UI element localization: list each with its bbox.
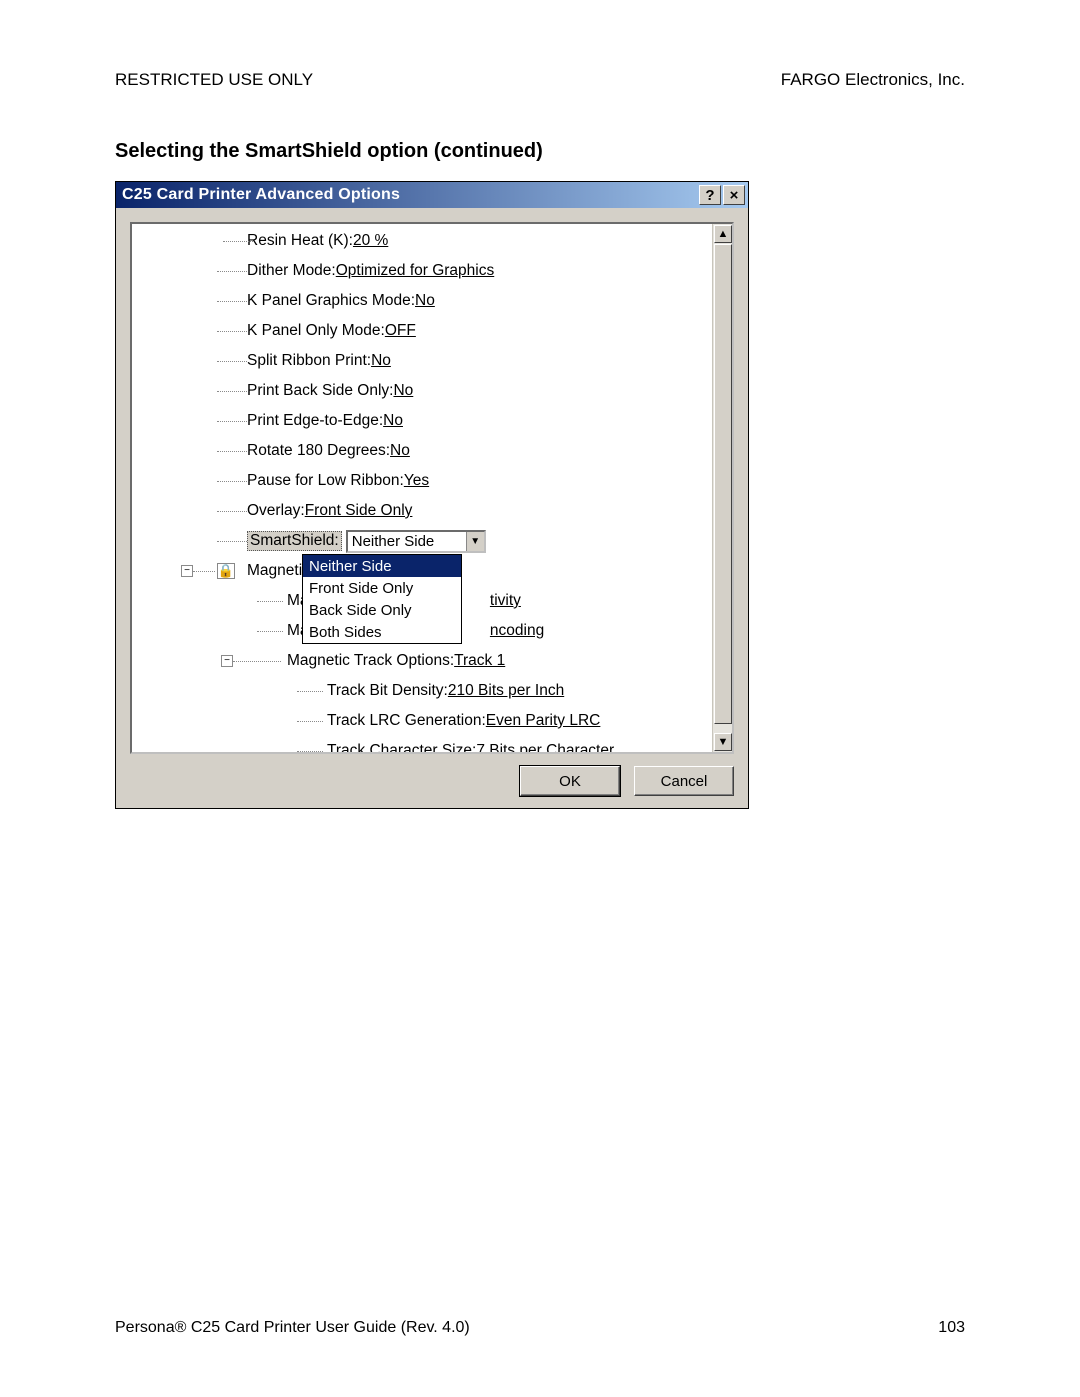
- dropdown-option[interactable]: Neither Side: [303, 555, 461, 577]
- tree-row[interactable]: Split Ribbon Print: No: [187, 346, 712, 376]
- tree-expander-icon[interactable]: −: [181, 565, 193, 577]
- option-value: No: [371, 352, 391, 370]
- dropdown-option[interactable]: Front Side Only: [303, 577, 461, 599]
- header-left: RESTRICTED USE ONLY: [115, 70, 313, 90]
- dropdown-option[interactable]: Back Side Only: [303, 599, 461, 621]
- option-value: Yes: [404, 472, 429, 490]
- option-label: Magnetic Track Options:: [287, 652, 454, 670]
- tree-row[interactable]: Overlay: Front Side Only: [187, 496, 712, 526]
- tree-row[interactable]: Rotate 180 Degrees: No: [187, 436, 712, 466]
- option-value: No: [393, 382, 413, 400]
- option-value-partial: tivity: [490, 592, 521, 610]
- tree-row[interactable]: K Panel Graphics Mode: No: [187, 286, 712, 316]
- ok-button[interactable]: OK: [520, 766, 620, 796]
- option-value: No: [383, 412, 403, 430]
- option-label: Print Edge-to-Edge:: [247, 412, 383, 430]
- dropdown-option[interactable]: Both Sides: [303, 621, 461, 643]
- section-heading: Selecting the SmartShield option (contin…: [115, 140, 965, 163]
- option-value: 20 %: [353, 232, 388, 250]
- option-value: No: [390, 442, 410, 460]
- smartshield-label: SmartShield:: [247, 531, 342, 551]
- option-value: No: [415, 292, 435, 310]
- option-label: Print Back Side Only:: [247, 382, 393, 400]
- option-label: Track Character Size:: [327, 742, 476, 754]
- lock-icon: 🔒: [217, 563, 235, 579]
- magnetic-track-node[interactable]: − Magnetic Track Options: Track 1: [187, 646, 712, 676]
- dialog-screenshot: C25 Card Printer Advanced Options ? × Re…: [115, 181, 749, 809]
- option-label: Overlay:: [247, 502, 305, 520]
- dialog-title: C25 Card Printer Advanced Options: [122, 186, 400, 204]
- scroll-down-icon[interactable]: ▼: [714, 733, 732, 751]
- chevron-down-icon[interactable]: ▼: [466, 532, 484, 551]
- tree-row[interactable]: Pause for Low Ribbon: Yes: [187, 466, 712, 496]
- options-tree: Resin Heat (K): 20 % Dither Mode: Optimi…: [130, 222, 734, 754]
- option-label: Pause for Low Ribbon:: [247, 472, 404, 490]
- close-button[interactable]: ×: [723, 185, 745, 205]
- smartshield-row[interactable]: SmartShield: Neither Side ▼: [187, 526, 712, 556]
- option-label: Resin Heat (K):: [247, 232, 353, 250]
- option-label: Rotate 180 Degrees:: [247, 442, 390, 460]
- tree-row[interactable]: K Panel Only Mode: OFF: [187, 316, 712, 346]
- footer-left: Persona® C25 Card Printer User Guide (Re…: [115, 1319, 470, 1337]
- scroll-up-icon[interactable]: ▲: [714, 225, 732, 243]
- option-value: Even Parity LRC: [486, 712, 601, 730]
- option-value: OFF: [385, 322, 416, 340]
- tree-row[interactable]: Print Back Side Only: No: [187, 376, 712, 406]
- option-label: Dither Mode:: [247, 262, 336, 280]
- tree-row[interactable]: Print Edge-to-Edge: No: [187, 406, 712, 436]
- option-value: 7 Bits per Character: [476, 742, 614, 754]
- option-label: K Panel Only Mode:: [247, 322, 385, 340]
- tree-row[interactable]: Track Bit Density: 210 Bits per Inch: [187, 676, 712, 706]
- scrollbar[interactable]: ▲ ▼: [712, 224, 732, 752]
- option-label: Track Bit Density:: [327, 682, 448, 700]
- dialog-titlebar: C25 Card Printer Advanced Options ? ×: [116, 182, 748, 208]
- tree-row[interactable]: Dither Mode: Optimized for Graphics: [187, 256, 712, 286]
- option-label: K Panel Graphics Mode:: [247, 292, 415, 310]
- tree-expander-icon[interactable]: −: [221, 655, 233, 667]
- option-label: Split Ribbon Print:: [247, 352, 371, 370]
- option-value: Track 1: [454, 652, 505, 670]
- option-value: 210 Bits per Inch: [448, 682, 564, 700]
- page-number: 103: [938, 1319, 965, 1337]
- tree-row[interactable]: Track LRC Generation: Even Parity LRC: [187, 706, 712, 736]
- tree-row[interactable]: Track Character Size: 7 Bits per Charact…: [187, 736, 712, 754]
- option-label: Track LRC Generation:: [327, 712, 486, 730]
- option-value-partial: ncoding: [490, 622, 544, 640]
- smartshield-selected: Neither Side: [348, 532, 466, 551]
- scroll-thumb[interactable]: [714, 244, 732, 724]
- smartshield-dropdown-list[interactable]: Neither Side Front Side Only Back Side O…: [302, 554, 462, 644]
- smartshield-combobox[interactable]: Neither Side ▼: [346, 530, 486, 553]
- tree-row[interactable]: Resin Heat (K): 20 %: [187, 226, 712, 256]
- option-value: Optimized for Graphics: [336, 262, 495, 280]
- cancel-button[interactable]: Cancel: [634, 766, 734, 796]
- header-right: FARGO Electronics, Inc.: [781, 70, 965, 90]
- option-value: Front Side Only: [305, 502, 413, 520]
- help-button[interactable]: ?: [699, 185, 721, 205]
